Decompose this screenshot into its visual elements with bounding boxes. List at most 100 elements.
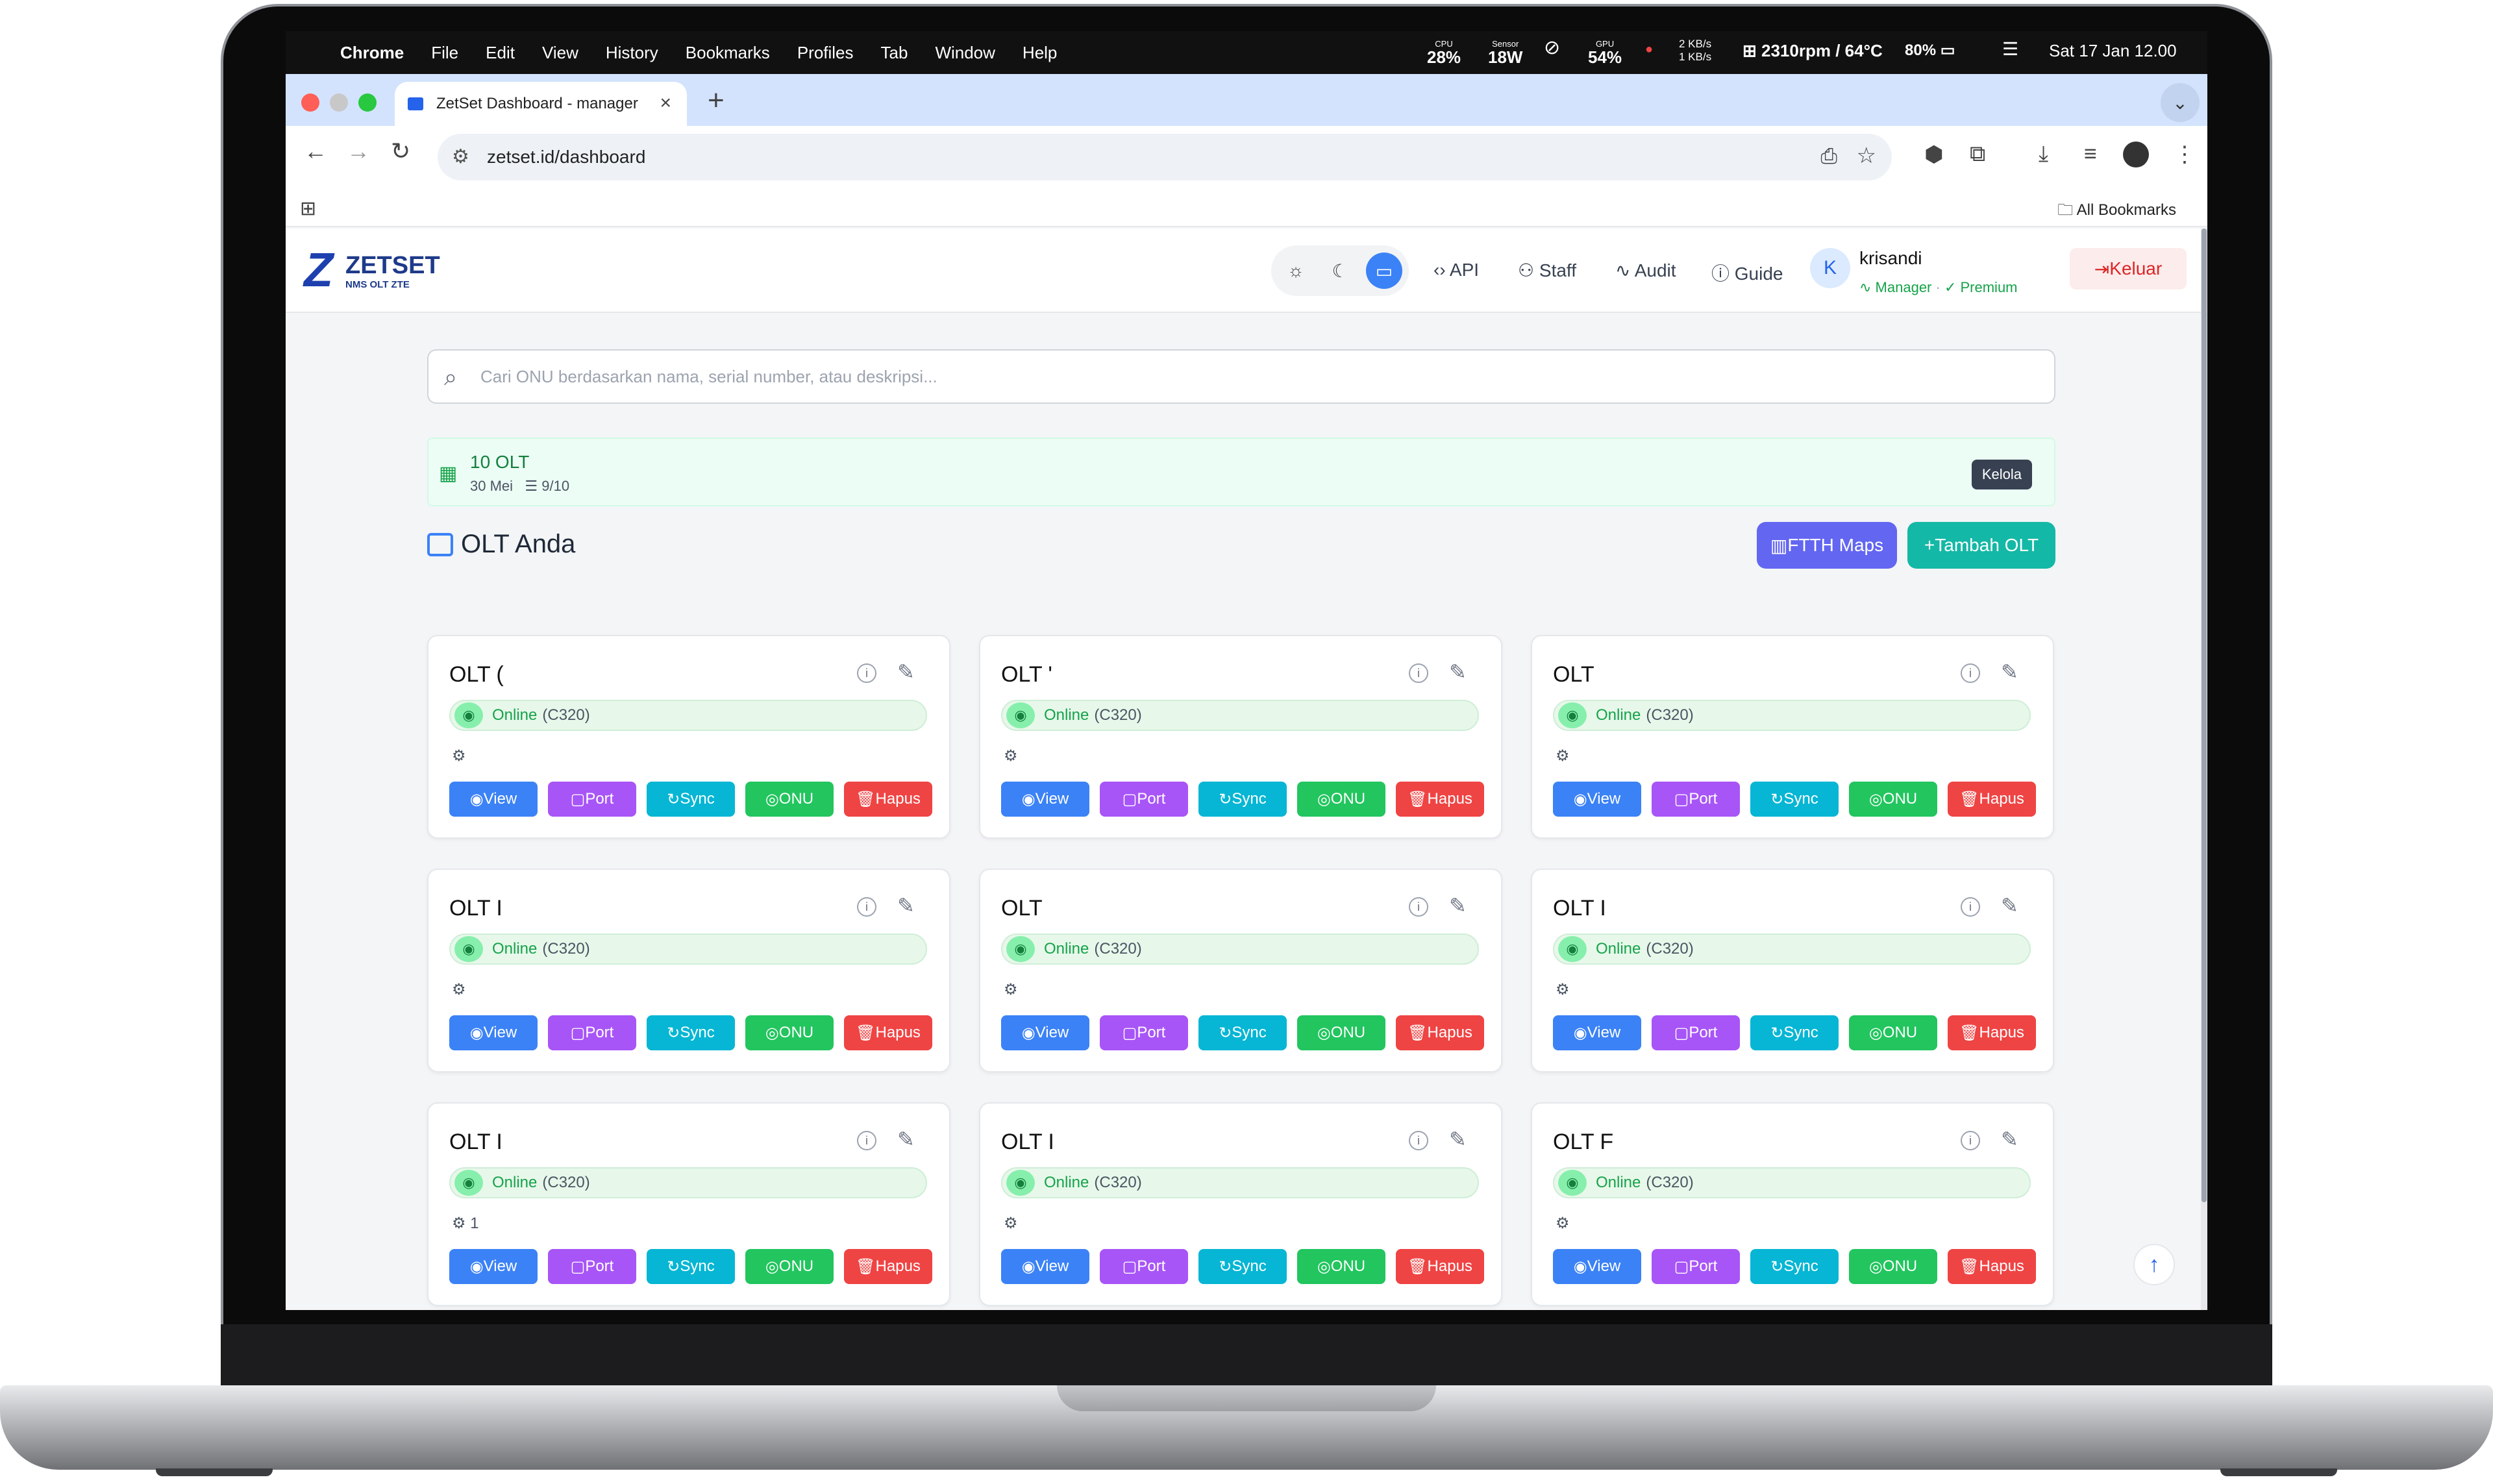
user-avatar[interactable]: K (1810, 248, 1850, 288)
edit-pencil-icon[interactable]: ✎ (2001, 1127, 2018, 1152)
light-mode-sun-icon[interactable]: ☼ (1278, 253, 1314, 289)
gauge-icon[interactable]: ⊘ (1544, 38, 1560, 58)
nav-guide[interactable]: ⓘ Guide (1711, 260, 1783, 286)
info-icon[interactable]: i (857, 663, 876, 683)
menu-window[interactable]: Window (935, 43, 995, 63)
site-info-icon[interactable]: ⚙ (452, 145, 469, 168)
view-button[interactable]: ◉ View (449, 782, 538, 817)
info-icon[interactable]: i (1409, 897, 1428, 917)
sync-button[interactable]: ↻ Sync (1750, 782, 1839, 817)
edit-pencil-icon[interactable]: ✎ (2001, 660, 2018, 684)
nav-staff[interactable]: ⚇ Staff (1518, 260, 1576, 281)
fan-stat[interactable]: ⊞ 2310rpm / 64°C (1743, 42, 1883, 59)
sync-button[interactable]: ↻ Sync (1198, 1249, 1287, 1284)
port-button[interactable]: ▢ Port (548, 782, 636, 817)
tab-close-icon[interactable]: × (660, 92, 671, 114)
add-olt-button[interactable]: + Tambah OLT (1907, 522, 2055, 569)
back-arrow-icon[interactable]: ← (304, 138, 327, 165)
view-button[interactable]: ◉ View (1001, 1015, 1089, 1050)
edit-pencil-icon[interactable]: ✎ (1449, 893, 1467, 918)
media-control-icon[interactable]: ≡ (2084, 142, 2097, 167)
nav-audit[interactable]: ∿ Audit (1615, 260, 1676, 281)
extensions-puzzle-icon[interactable]: ⧉ (1970, 142, 1985, 167)
port-button[interactable]: ▢ Port (1100, 1249, 1188, 1284)
tab-search-chevron-icon[interactable]: ⌄ (2161, 83, 2200, 122)
scrollbar-thumb[interactable] (2202, 229, 2207, 1202)
control-center-icon[interactable]: ☰ (2002, 40, 2018, 58)
onu-search-input[interactable]: ⌕ Cari ONU berdasarkan nama, serial numb… (427, 349, 2055, 404)
edit-pencil-icon[interactable]: ✎ (1449, 1127, 1467, 1152)
edit-pencil-icon[interactable]: ✎ (1449, 660, 1467, 684)
logout-button[interactable]: ⇥ Keluar (2070, 248, 2187, 290)
info-icon[interactable]: i (1961, 663, 1980, 683)
sync-button[interactable]: ↻ Sync (647, 782, 735, 817)
reload-icon[interactable]: ↻ (391, 138, 410, 165)
view-button[interactable]: ◉ View (1001, 782, 1089, 817)
menu-bookmarks[interactable]: Bookmarks (686, 43, 770, 63)
all-bookmarks-button[interactable]: 🗀 All Bookmarks (2057, 199, 2176, 225)
port-button[interactable]: ▢ Port (1652, 1249, 1740, 1284)
edit-pencil-icon[interactable]: ✎ (2001, 893, 2018, 918)
port-button[interactable]: ▢ Port (548, 1015, 636, 1050)
view-button[interactable]: ◉ View (1553, 782, 1641, 817)
edit-pencil-icon[interactable]: ✎ (897, 893, 915, 918)
forward-arrow-icon[interactable]: → (347, 138, 370, 165)
battery-stat[interactable]: 80% ▭ (1905, 43, 1955, 58)
sensor-stat[interactable]: Sensor 18W (1488, 38, 1522, 67)
delete-button[interactable]: 🗑 Hapus (1396, 1249, 1484, 1284)
port-button[interactable]: ▢ Port (1100, 782, 1188, 817)
extension-shield-icon[interactable]: ⬢ (1924, 142, 1944, 167)
sync-button[interactable]: ↻ Sync (647, 1015, 735, 1050)
network-stat[interactable]: 2 KB/s 1 KB/s (1679, 38, 1711, 64)
address-bar[interactable]: ⚙ zetset.id/dashboard ⎙ ☆ (438, 134, 1892, 180)
download-icon[interactable]: ⤓ (2039, 142, 2048, 167)
info-icon[interactable]: i (857, 1131, 876, 1150)
view-button[interactable]: ◉ View (449, 1015, 538, 1050)
delete-button[interactable]: 🗑 Hapus (1948, 782, 2036, 817)
onu-button[interactable]: ◎ ONU (745, 1015, 834, 1050)
menubar-clock[interactable]: Sat 17 Jan 12.00 (2049, 42, 2177, 59)
delete-button[interactable]: 🗑 Hapus (844, 1249, 932, 1284)
profile-avatar[interactable] (2123, 142, 2149, 167)
port-button[interactable]: ▢ Port (1100, 1015, 1188, 1050)
menu-app-name[interactable]: Chrome (340, 43, 404, 63)
scroll-to-top-arrow-icon[interactable]: ↑ (2133, 1244, 2175, 1285)
window-maximize-button[interactable] (358, 93, 377, 112)
sync-button[interactable]: ↻ Sync (647, 1249, 735, 1284)
port-button[interactable]: ▢ Port (1652, 782, 1740, 817)
apps-grid-icon[interactable]: ⊞ (300, 197, 316, 220)
info-icon[interactable]: i (857, 897, 876, 917)
info-icon[interactable]: i (1961, 1131, 1980, 1150)
system-mode-monitor-icon[interactable]: ▭ (1366, 253, 1402, 289)
view-button[interactable]: ◉ View (449, 1249, 538, 1284)
view-button[interactable]: ◉ View (1553, 1249, 1641, 1284)
install-app-icon[interactable]: ⎙ (1820, 144, 1837, 169)
cpu-stat[interactable]: CPU 28% (1427, 38, 1461, 67)
onu-button[interactable]: ◎ ONU (745, 782, 834, 817)
edit-pencil-icon[interactable]: ✎ (897, 1127, 915, 1152)
menu-history[interactable]: History (606, 43, 658, 63)
edit-pencil-icon[interactable]: ✎ (897, 660, 915, 684)
onu-button[interactable]: ◎ ONU (1297, 782, 1385, 817)
sync-button[interactable]: ↻ Sync (1750, 1249, 1839, 1284)
delete-button[interactable]: 🗑 Hapus (844, 782, 932, 817)
delete-button[interactable]: 🗑 Hapus (1948, 1249, 2036, 1284)
manage-license-button[interactable]: Kelola (1971, 460, 2032, 489)
dark-mode-moon-icon[interactable]: ☾ (1322, 253, 1358, 289)
menu-help[interactable]: Help (1023, 43, 1057, 63)
menu-edit[interactable]: Edit (486, 43, 515, 63)
onu-button[interactable]: ◎ ONU (1297, 1015, 1385, 1050)
info-icon[interactable]: i (1409, 1131, 1428, 1150)
sync-button[interactable]: ↻ Sync (1750, 1015, 1839, 1050)
delete-button[interactable]: 🗑 Hapus (1396, 1015, 1484, 1050)
info-icon[interactable]: i (1961, 897, 1980, 917)
ftth-maps-button[interactable]: ▥ FTTH Maps (1757, 522, 1897, 569)
onu-button[interactable]: ◎ ONU (745, 1249, 834, 1284)
nav-api[interactable]: ‹› API (1433, 260, 1479, 280)
view-button[interactable]: ◉ View (1553, 1015, 1641, 1050)
window-close-button[interactable] (301, 93, 319, 112)
delete-button[interactable]: 🗑 Hapus (1948, 1015, 2036, 1050)
window-minimize-button[interactable] (330, 93, 348, 112)
port-button[interactable]: ▢ Port (548, 1249, 636, 1284)
onu-button[interactable]: ◎ ONU (1849, 1015, 1937, 1050)
